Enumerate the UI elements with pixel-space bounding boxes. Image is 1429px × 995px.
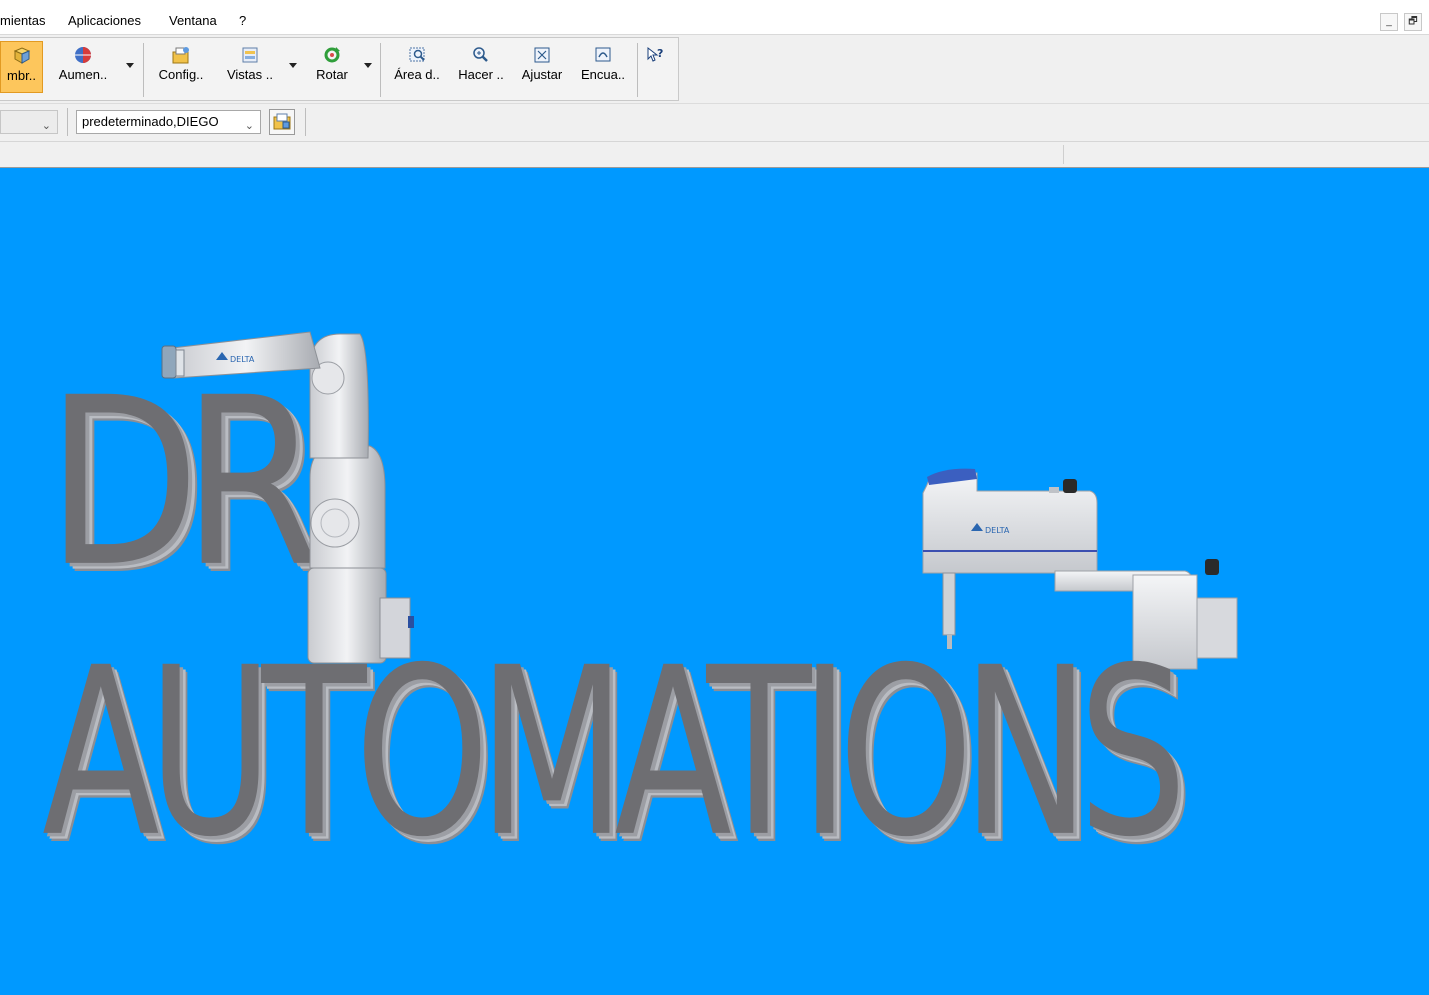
help-pointer-button[interactable]: ?	[641, 41, 671, 93]
menu-aplicaciones[interactable]: Aplicaciones	[68, 13, 141, 28]
title-strip	[0, 0, 1429, 8]
zoom-in-icon	[473, 47, 488, 62]
zoom-aumentar-button[interactable]: Aumen..	[52, 41, 114, 93]
rotar-label: Rotar	[316, 67, 348, 82]
vistas-button[interactable]: Vistas ..	[222, 41, 278, 93]
minimize-button[interactable]: _	[1380, 13, 1398, 31]
encuadre-button[interactable]: Encua..	[575, 41, 631, 93]
views-icon	[242, 47, 258, 63]
menu-herramientas[interactable]: mientas	[0, 13, 46, 28]
fit-icon	[534, 47, 550, 63]
toolbar-separator	[305, 108, 306, 136]
encuadre-label: Encua..	[580, 67, 626, 82]
status-row	[0, 141, 1429, 168]
3d-viewport[interactable]: DR DELTA DELTA AUTOMATIONS	[0, 168, 1429, 995]
chevron-down-icon: ⌄	[41, 120, 51, 132]
rotate-icon	[324, 47, 340, 63]
zoom-aumentar-label: Aumen..	[58, 67, 108, 82]
aumentar-dropdown-arrow[interactable]	[126, 63, 134, 68]
config-label: Config..	[158, 67, 204, 82]
automations-3d-text: AUTOMATIONS	[42, 618, 1187, 889]
main-toolbar: mbr.. Aumen.. Config.. Vistas .. Rotar Á…	[0, 35, 1429, 103]
menu-ventana[interactable]: Ventana	[169, 13, 217, 28]
ajustar-label: Ajustar	[521, 67, 563, 82]
user-combo[interactable]: predeterminado,DIEGO ⌄	[76, 110, 261, 134]
area-zoom-label: Área d..	[394, 67, 440, 82]
zoom-area-icon	[409, 47, 425, 62]
ajustar-button[interactable]: Ajustar	[515, 41, 569, 93]
config-button[interactable]: Config..	[152, 41, 210, 93]
shadow-button-label: mbr..	[7, 68, 36, 83]
area-zoom-button[interactable]: Área d..	[388, 41, 446, 93]
user-settings-button[interactable]	[269, 109, 295, 135]
toolbar-separator	[380, 43, 381, 97]
restore-button[interactable]: 🗗	[1404, 13, 1422, 31]
robot-brand-logo: DELTA	[230, 355, 255, 364]
folder-config-icon	[172, 47, 189, 64]
vistas-dropdown-arrow[interactable]	[289, 63, 297, 68]
chevron-down-icon: ⌄	[244, 120, 254, 132]
disabled-combo[interactable]: ⌄	[0, 110, 58, 134]
vistas-label: Vistas ..	[226, 67, 273, 82]
toolbar-separator	[637, 43, 638, 97]
hacer-zoom-label: Hacer ..	[458, 67, 504, 82]
globe-icon	[75, 47, 91, 63]
shadow-button[interactable]: mbr..	[0, 41, 43, 93]
cube-icon	[13, 47, 30, 64]
robot-brand-logo: DELTA	[985, 526, 1010, 535]
status-divider	[1063, 145, 1064, 164]
menu-bar: mientas Aplicaciones Ventana ? _ 🗗	[0, 8, 1429, 35]
folder-config-icon	[273, 113, 291, 130]
secondary-toolbar: ⌄ predeterminado,DIEGO ⌄	[0, 103, 1429, 142]
menu-help[interactable]: ?	[239, 13, 246, 28]
rotar-button[interactable]: Rotar	[310, 41, 354, 93]
toolbar-separator	[143, 43, 144, 97]
user-combo-value: predeterminado,DIEGO	[82, 114, 219, 129]
svg-text:?: ?	[657, 47, 663, 60]
toolbar-separator	[67, 108, 68, 136]
hacer-zoom-button[interactable]: Hacer ..	[452, 41, 510, 93]
frame-icon	[595, 47, 611, 62]
rotar-dropdown-arrow[interactable]	[364, 63, 372, 68]
help-pointer-icon: ?	[647, 46, 663, 62]
